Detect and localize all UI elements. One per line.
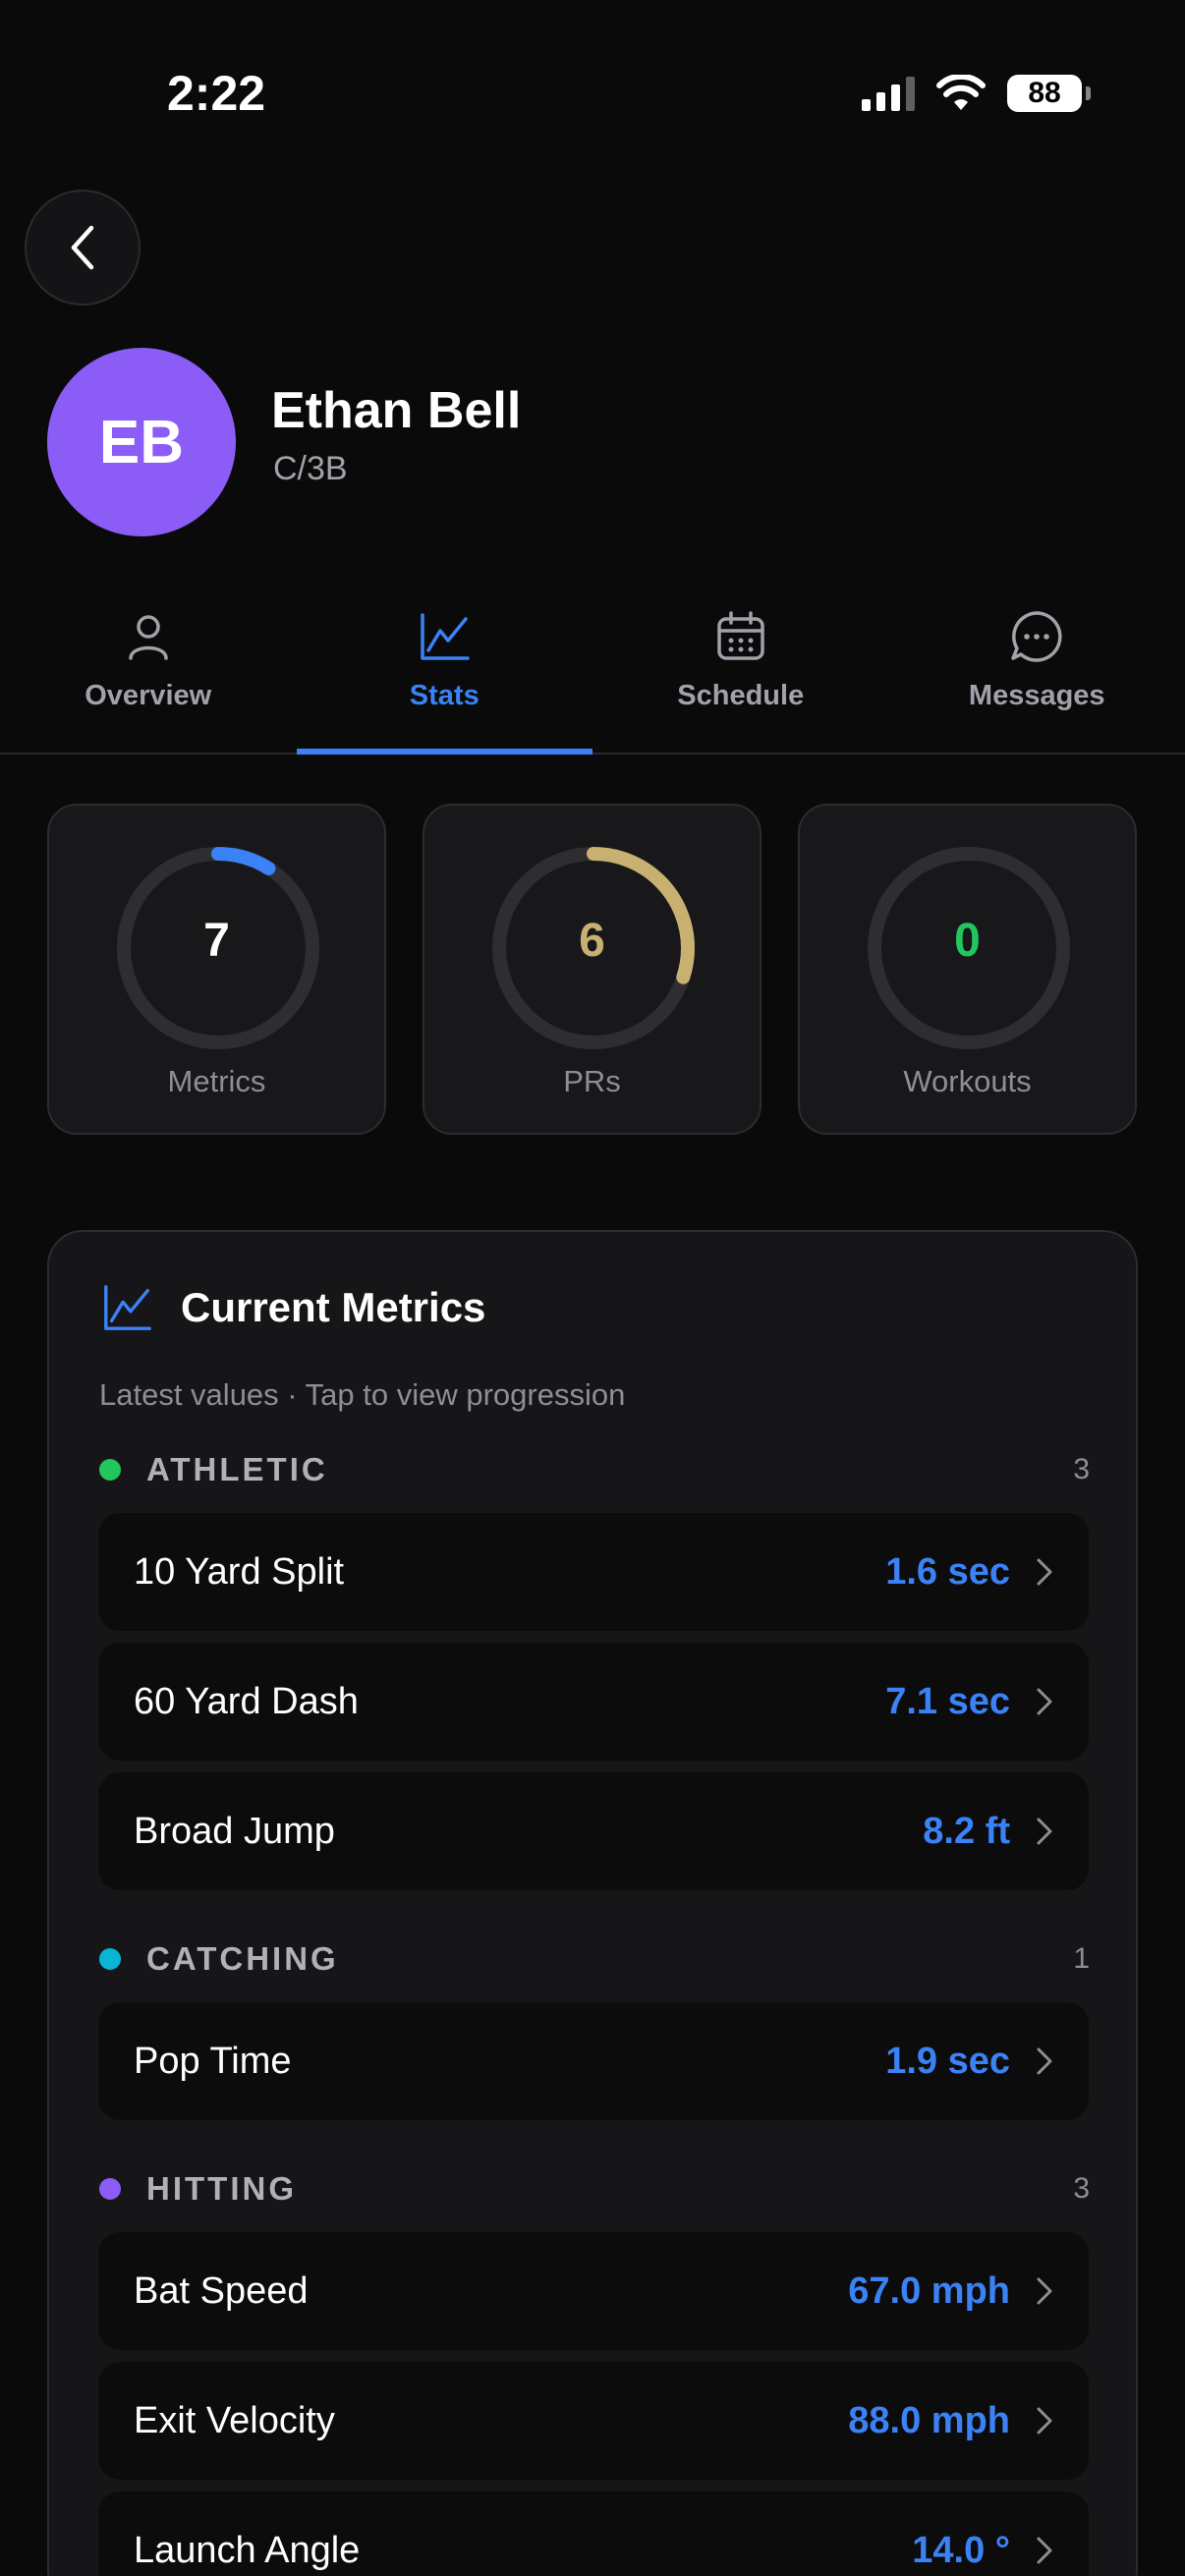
chart-line-icon: [421, 613, 470, 660]
wifi-icon: [936, 75, 986, 110]
metric-row[interactable]: Bat Speed 67.0 mph: [98, 2232, 1089, 2350]
status-icons: 88: [862, 75, 1091, 112]
status-bar: 2:22 88: [0, 0, 1185, 187]
metric-value: 8.2 ft: [923, 1810, 1010, 1852]
metric-name: Pop Time: [134, 2040, 292, 2082]
metric-row[interactable]: Launch Angle 14.0 °: [98, 2492, 1089, 2576]
metric-row[interactable]: Exit Velocity 88.0 mph: [98, 2362, 1089, 2480]
chevron-right-icon: [1037, 2047, 1052, 2075]
chevron-right-icon: [1037, 2277, 1052, 2305]
tab-label: Stats: [409, 680, 480, 711]
metric-row[interactable]: 10 Yard Split 1.6 sec: [98, 1513, 1089, 1631]
group-dot: [99, 1948, 121, 1970]
battery-icon: 88: [1007, 75, 1091, 112]
group-dot: [99, 1459, 121, 1481]
summary-label: Workouts: [903, 1064, 1032, 1098]
back-button[interactable]: [25, 190, 141, 306]
tab-schedule[interactable]: Schedule: [592, 589, 889, 753]
metric-value: 1.9 sec: [885, 2040, 1010, 2082]
workouts-summary-card[interactable]: 0 Workouts: [798, 804, 1137, 1135]
chevron-right-icon: [1037, 1558, 1052, 1586]
current-metrics-panel: Current Metrics Latest values · Tap to v…: [47, 1230, 1138, 2576]
group-count: 3: [1073, 2172, 1090, 2205]
metric-name: 10 Yard Split: [134, 1550, 345, 1593]
person-icon: [129, 615, 168, 660]
chevron-left-icon: [71, 225, 94, 270]
chevron-right-icon: [1037, 2537, 1052, 2564]
prs-summary-card[interactable]: 6 PRs: [423, 804, 762, 1135]
metric-name: Exit Velocity: [134, 2399, 335, 2441]
group-header-hitting: HITTING 3: [99, 2169, 1090, 2209]
tab-label: Messages: [968, 680, 1105, 711]
group-dot: [99, 2178, 121, 2200]
message-bubble-icon: [1011, 611, 1062, 662]
tab-bar: Overview Stats Schedule Messages: [0, 589, 1185, 755]
panel-subtitle: Latest values · Tap to view progression: [99, 1377, 626, 1412]
summary-label: PRs: [563, 1064, 621, 1098]
metric-value: 67.0 mph: [848, 2269, 1010, 2312]
panel-title: Current Metrics: [181, 1284, 486, 1330]
group-count: 1: [1073, 1942, 1090, 1975]
group-name: HITTING: [146, 2170, 297, 2207]
summary-value: 0: [954, 915, 981, 967]
group-header-athletic: ATHLETIC 3: [99, 1450, 1090, 1489]
metric-value: 88.0 mph: [848, 2399, 1010, 2441]
chevron-right-icon: [1037, 1688, 1052, 1715]
metric-name: 60 Yard Dash: [134, 1680, 359, 1722]
metric-name: Launch Angle: [134, 2529, 361, 2571]
panel-header: Current Metrics: [100, 1281, 485, 1334]
tab-label: Schedule: [677, 680, 805, 711]
cellular-signal-icon: [862, 76, 915, 111]
metric-value: 7.1 sec: [885, 1680, 1010, 1722]
player-name: Ethan Bell: [271, 382, 522, 439]
avatar: EB: [47, 348, 236, 536]
metric-name: Bat Speed: [134, 2269, 309, 2312]
metric-row[interactable]: Pop Time 1.9 sec: [98, 2002, 1089, 2120]
summary-value: 6: [579, 915, 605, 967]
player-position: C/3B: [273, 450, 348, 487]
group-name: ATHLETIC: [146, 1451, 328, 1487]
metric-row[interactable]: 60 Yard Dash 7.1 sec: [98, 1643, 1089, 1761]
calendar-icon: [717, 611, 764, 660]
metric-name: Broad Jump: [134, 1810, 335, 1852]
group-count: 3: [1073, 1453, 1090, 1485]
chevron-right-icon: [1037, 2407, 1052, 2435]
summary-label: Metrics: [167, 1064, 266, 1098]
metric-value: 1.6 sec: [885, 1550, 1010, 1593]
status-time: 2:22: [167, 66, 266, 121]
summary-cards: 7 Metrics 6 PRs 0 Workouts: [47, 804, 1138, 1135]
summary-value: 7: [203, 915, 230, 967]
group-header-catching: CATCHING 1: [99, 1939, 1090, 1979]
tab-label: Overview: [85, 680, 212, 711]
tab-overview[interactable]: Overview: [0, 589, 297, 753]
tab-messages[interactable]: Messages: [889, 589, 1185, 753]
tab-stats[interactable]: Stats: [296, 589, 593, 755]
metrics-summary-card[interactable]: 7 Metrics: [47, 804, 386, 1135]
chart-line-icon: [104, 1285, 151, 1330]
chevron-right-icon: [1037, 1818, 1052, 1845]
metric-row[interactable]: Broad Jump 8.2 ft: [98, 1772, 1089, 1890]
group-name: CATCHING: [146, 1940, 339, 1977]
metric-value: 14.0 °: [912, 2529, 1010, 2571]
